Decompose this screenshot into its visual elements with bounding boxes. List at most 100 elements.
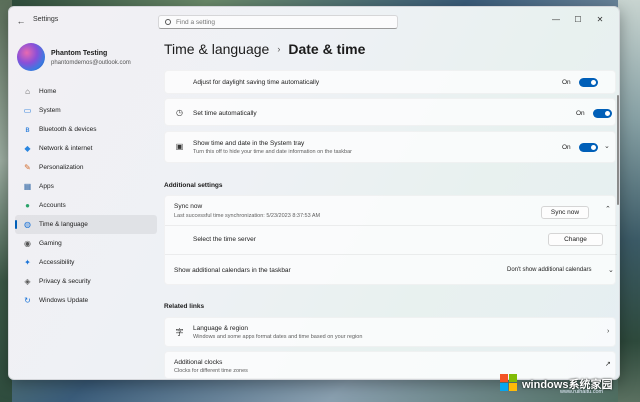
additional-clocks-title: Additional clocks [174, 359, 223, 366]
dst-toggle-label: On [562, 79, 571, 86]
sidebar-item-apps[interactable]: ▦ Apps [15, 177, 157, 196]
sync-title: Sync now [174, 203, 203, 210]
scrollbar[interactable] [617, 95, 619, 205]
avatar [17, 43, 45, 71]
search-box[interactable] [158, 15, 398, 29]
home-icon: ⌂ [25, 87, 30, 96]
sidebar: Phantom Testing phantomdemos@outlook.com… [9, 35, 159, 379]
dst-toggle[interactable] [579, 78, 598, 87]
search-input[interactable] [176, 18, 376, 26]
network-icon: ◆ [24, 144, 31, 153]
sidebar-item-label: Network & internet [39, 145, 93, 152]
bluetooth-icon: ʙ [25, 125, 30, 134]
breadcrumb-separator-icon: › [277, 44, 281, 54]
sidebar-item-label: System [39, 107, 61, 114]
sidebar-item-accounts[interactable]: ● Accounts [15, 196, 157, 215]
systray-card: ▣ Show time and date in the System tray … [164, 131, 616, 163]
chevron-right-icon: › [607, 328, 610, 335]
personalization-icon: ✎ [24, 163, 31, 172]
additional-clocks-subtitle: Clocks for different time zones [174, 368, 248, 374]
language-region-subtitle: Windows and some apps format dates and t… [193, 334, 363, 340]
sidebar-item-label: Accessibility [39, 259, 75, 266]
change-time-server-button[interactable]: Change [548, 233, 603, 246]
globe-clock-icon: ◍ [24, 220, 31, 229]
main-content: Time & language › Date & time Adjust for… [164, 35, 619, 379]
sidebar-item-privacy-security[interactable]: ◈ Privacy & security [15, 272, 157, 291]
watermark: windows系统家园 www.ruihaitu.com [500, 370, 638, 398]
divider [165, 225, 617, 226]
window-controls: — ☐ ✕ [545, 13, 611, 27]
sidebar-item-gaming[interactable]: ◉ Gaming [15, 234, 157, 253]
sidebar-item-label: Time & language [39, 221, 88, 228]
sidebar-item-accessibility[interactable]: ✦ Accessibility [15, 253, 157, 272]
set-time-card: ◷ Set time automatically On [164, 98, 616, 126]
language-icon: 字 [175, 328, 184, 337]
external-link-icon: ↗ [605, 361, 611, 368]
sidebar-item-label: Personalization [39, 164, 84, 171]
chevron-down-icon[interactable]: ⌄ [608, 266, 614, 274]
profile-email: phantomdemos@outlook.com [51, 60, 131, 66]
dst-setting-card: Adjust for daylight saving time automati… [164, 70, 616, 94]
sidebar-item-windows-update[interactable]: ↻ Windows Update [15, 291, 157, 310]
accounts-icon: ● [25, 201, 30, 210]
dst-title: Adjust for daylight saving time automati… [193, 79, 320, 86]
sidebar-item-personalization[interactable]: ✎ Personalization [15, 158, 157, 177]
sidebar-nav: ⌂ Home ▭ System ʙ Bluetooth & devices ◆ Network… [15, 82, 157, 310]
divider [165, 254, 617, 255]
title-bar: ← Settings — ☐ ✕ [9, 7, 619, 35]
watermark-url: www.ruihaitu.com [560, 389, 604, 395]
minimize-button[interactable]: — [545, 13, 567, 27]
additional-settings-header: Additional settings [164, 182, 223, 189]
clock-icon: ◷ [176, 108, 183, 117]
update-icon: ↻ [24, 296, 31, 305]
set-time-toggle-label: On [576, 110, 585, 117]
breadcrumb-parent[interactable]: Time & language [164, 41, 269, 57]
app-title: Settings [33, 16, 59, 23]
sidebar-item-time-language[interactable]: ◍ Time & language [15, 215, 157, 234]
set-time-toggle[interactable] [593, 109, 612, 118]
sidebar-item-network-internet[interactable]: ◆ Network & internet [15, 139, 157, 158]
settings-window: ← Settings — ☐ ✕ Phantom Testing phantom… [8, 6, 620, 380]
sidebar-item-label: Bluetooth & devices [39, 126, 97, 133]
maximize-button[interactable]: ☐ [567, 13, 589, 27]
systray-subtitle: Turn this off to hide your time and date… [193, 149, 352, 155]
back-arrow-icon[interactable]: ← [15, 15, 27, 27]
calendars-dropdown[interactable]: Don't show additional calendars [507, 267, 592, 273]
gaming-icon: ◉ [24, 239, 31, 248]
sidebar-item-label: Windows Update [39, 297, 89, 304]
sidebar-item-label: Gaming [39, 240, 62, 247]
search-icon [165, 19, 171, 25]
sync-subtitle: Last successful time synchronization: 5/… [174, 213, 321, 219]
close-button[interactable]: ✕ [589, 13, 611, 27]
systray-toggle[interactable] [579, 143, 598, 152]
language-region-link[interactable]: 字 Language & region Windows and some app… [164, 317, 616, 347]
system-icon: ▭ [23, 106, 32, 115]
accessibility-icon: ✦ [24, 258, 31, 267]
time-server-title: Select the time server [193, 236, 256, 243]
profile-name: Phantom Testing [51, 50, 108, 57]
apps-icon: ▦ [23, 182, 32, 191]
sync-now-button[interactable]: Sync now [541, 206, 589, 219]
calendars-title: Show additional calendars in the taskbar [174, 267, 291, 274]
systray-title: Show time and date in the System tray [193, 140, 305, 147]
related-links-header: Related links [164, 303, 205, 310]
sidebar-item-bluetooth-devices[interactable]: ʙ Bluetooth & devices [15, 120, 157, 139]
language-region-title: Language & region [193, 325, 248, 332]
set-time-title: Set time automatically [193, 110, 257, 117]
sidebar-item-home[interactable]: ⌂ Home [15, 82, 157, 101]
user-profile[interactable]: Phantom Testing phantomdemos@outlook.com [17, 43, 157, 73]
sidebar-item-system[interactable]: ▭ System [15, 101, 157, 120]
systray-toggle-label: On [562, 144, 571, 151]
additional-settings-card: Sync now Last successful time synchroniz… [164, 195, 617, 285]
desktop-wallpaper-right [618, 0, 640, 402]
windows-logo-icon [500, 374, 520, 394]
shield-icon: ◈ [24, 277, 31, 286]
breadcrumb: Time & language › Date & time [164, 38, 365, 60]
chevron-down-icon[interactable]: ⌄ [604, 142, 610, 150]
calendar-clock-icon: ▣ [175, 142, 184, 151]
sidebar-item-label: Home [39, 88, 57, 95]
chevron-up-icon[interactable]: ⌃ [605, 205, 611, 213]
sidebar-item-label: Accounts [39, 202, 66, 209]
page-title: Date & time [288, 41, 366, 57]
sidebar-item-label: Privacy & security [39, 278, 91, 285]
